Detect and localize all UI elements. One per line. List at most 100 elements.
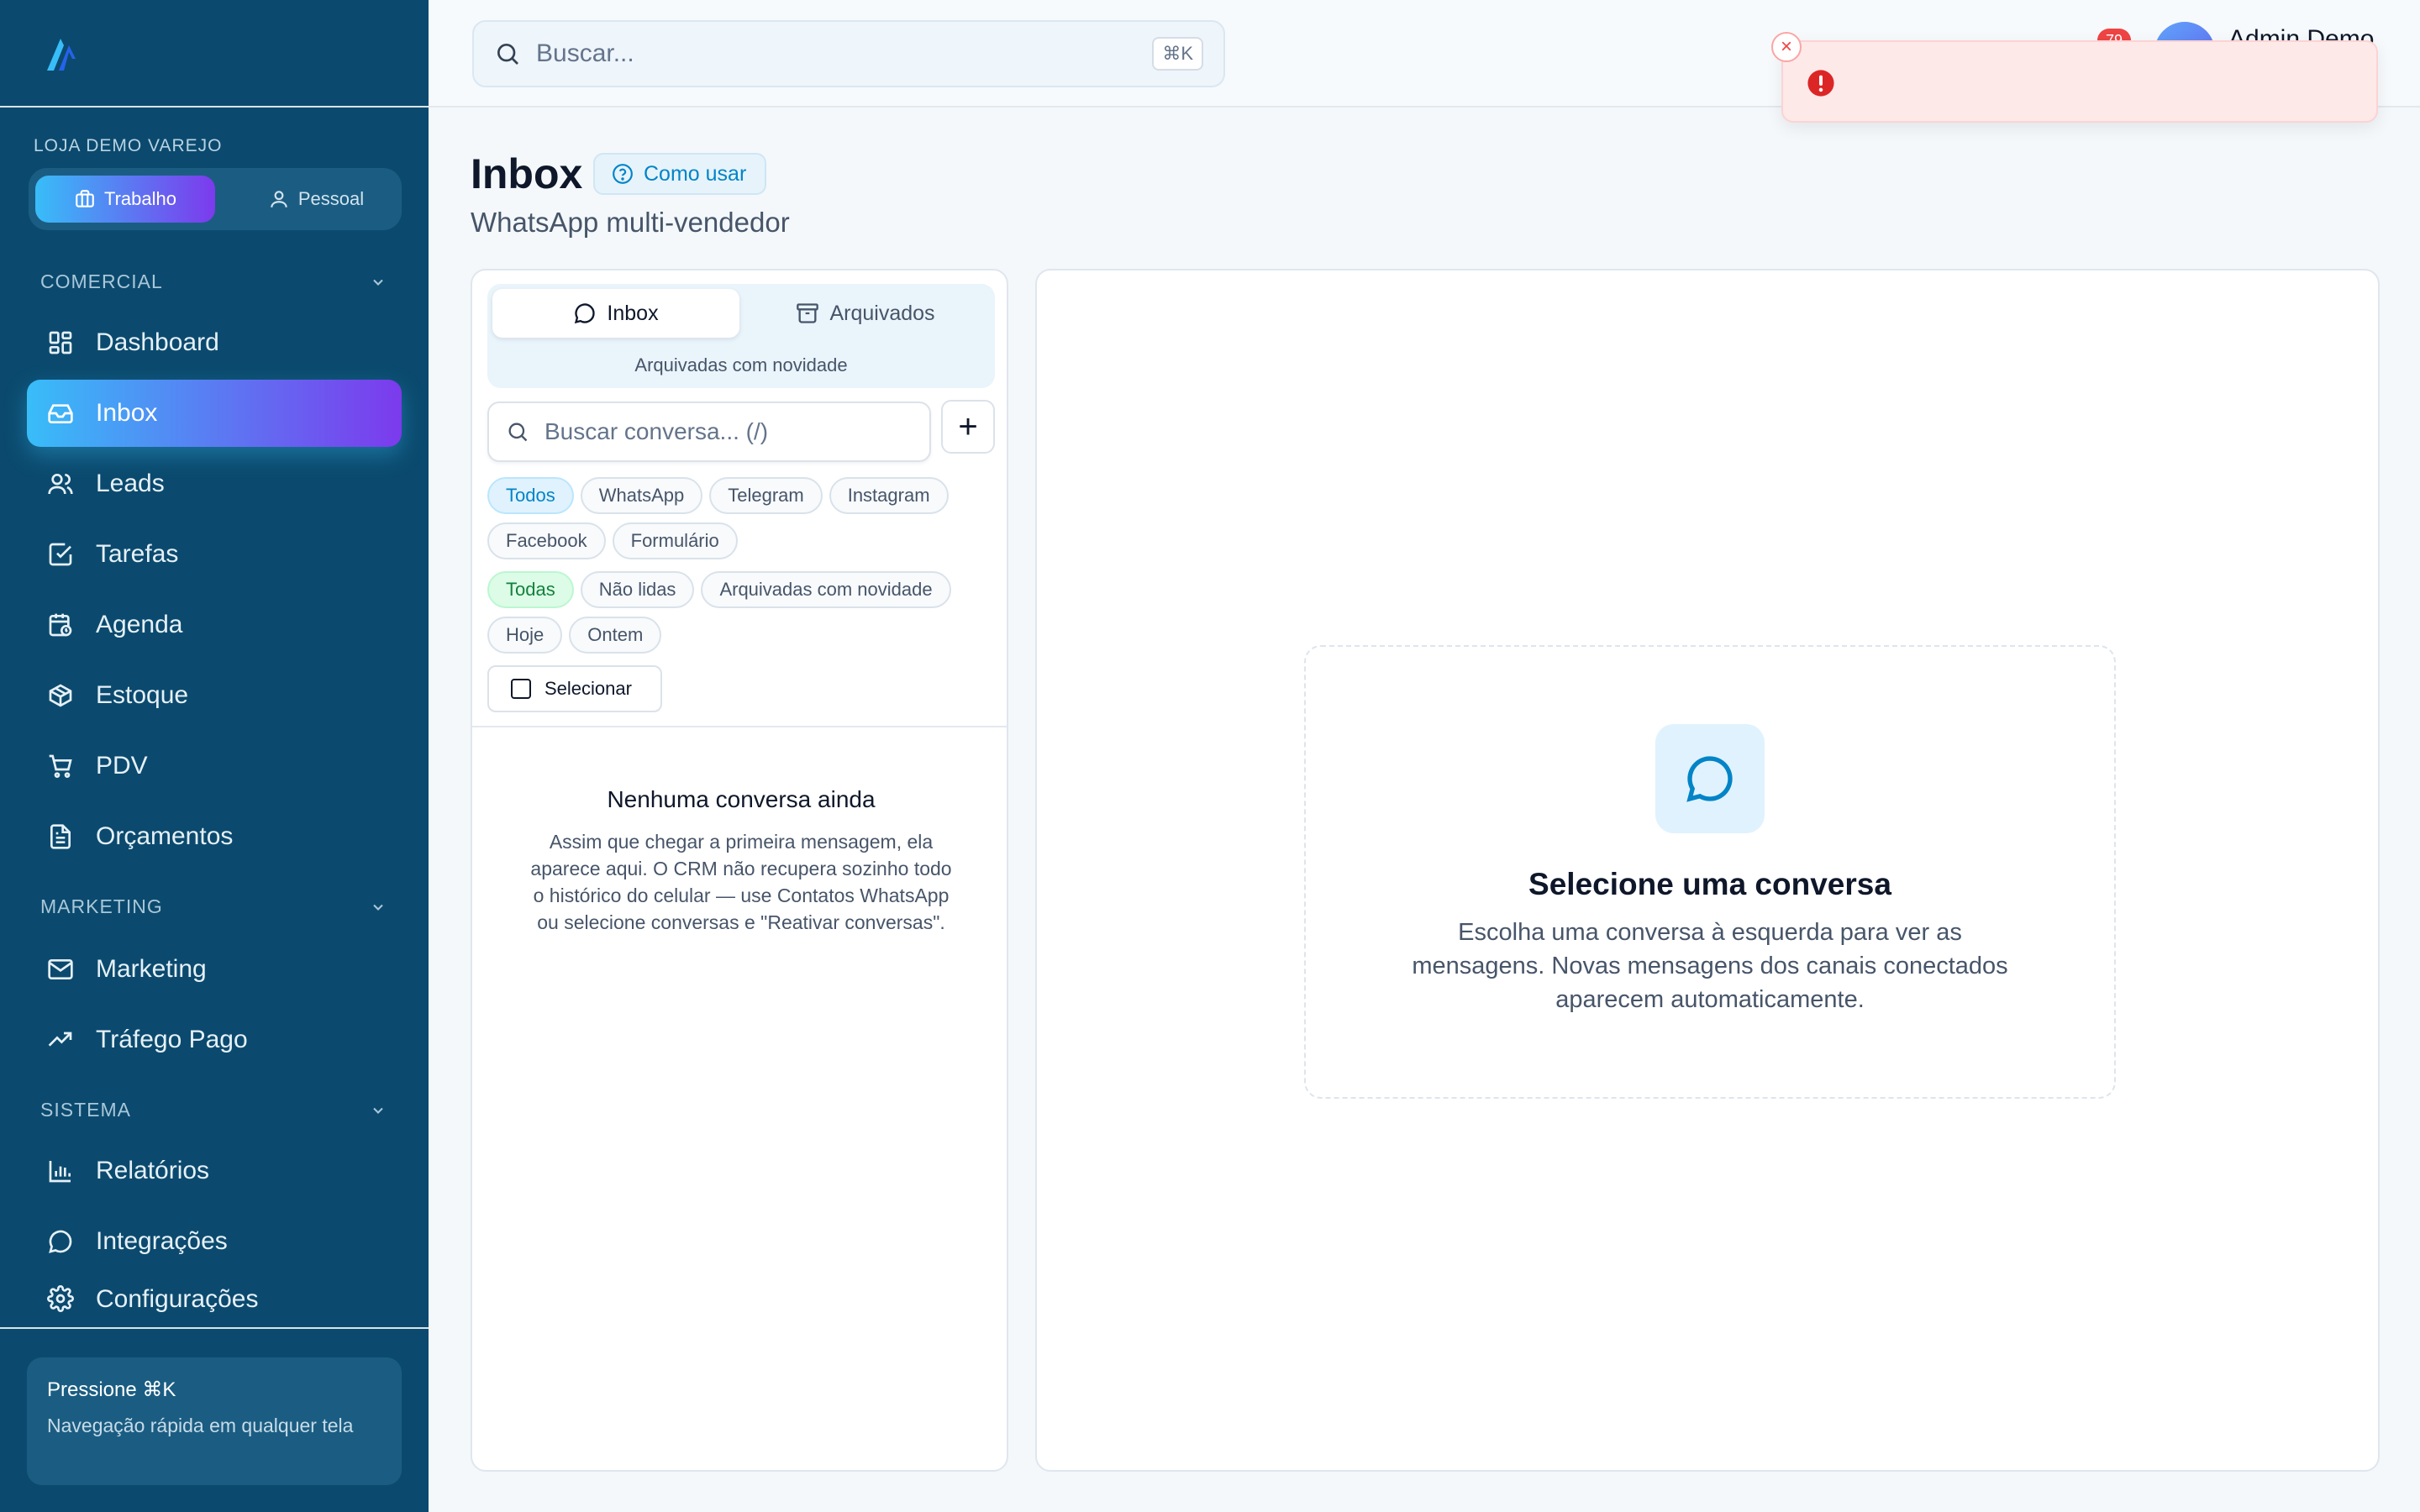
sidebar-item-integracoes[interactable]: Integrações <box>27 1208 402 1275</box>
archived-news-label[interactable]: Arquivadas com novidade <box>487 354 995 376</box>
global-search[interactable]: Buscar... ⌘K <box>472 20 1225 87</box>
sidebar-item-tarefas[interactable]: Tarefas <box>27 521 402 588</box>
mode-work-button[interactable]: Trabalho <box>35 176 215 223</box>
sidebar-item-orcamentos[interactable]: Orçamentos <box>27 803 402 870</box>
mail-icon <box>48 959 73 979</box>
sidebar-item-label: Agenda <box>96 611 183 638</box>
inbox-tabs: Inbox Arquivados Arquivadas com novidade <box>487 284 995 388</box>
tip-text: Navegação rápida em qualquer tela <box>47 1415 354 1436</box>
inbox-icon <box>48 404 73 423</box>
search-icon <box>508 423 528 442</box>
tab-archived[interactable]: Arquivados <box>741 289 990 338</box>
filter-chip-arquivadas-novidade[interactable]: Arquivadas com novidade <box>701 571 951 608</box>
conversation-search-input[interactable]: Buscar conversa... (/) <box>487 402 931 462</box>
logo-icon <box>47 39 76 71</box>
archive-icon <box>797 303 819 323</box>
user-icon <box>271 191 287 207</box>
calendar-clock-icon <box>49 613 72 637</box>
filter-chip-nao-lidas[interactable]: Não lidas <box>580 571 695 608</box>
conversation-list-panel: Inbox Arquivados Arquivadas com novidade… <box>471 269 1008 1472</box>
file-text-icon <box>50 824 71 849</box>
section-marketing[interactable]: MARKETING <box>40 895 387 918</box>
select-label: Selecionar <box>544 678 632 699</box>
trending-up-icon <box>48 1032 72 1047</box>
global-search-placeholder: Buscar... <box>536 39 634 67</box>
chevron-down-icon <box>373 1107 383 1114</box>
package-icon <box>49 684 72 707</box>
mode-work-label: Trabalho <box>103 188 176 209</box>
search-icon <box>497 44 518 65</box>
filter-chip-ontem[interactable]: Ontem <box>569 617 662 654</box>
help-circle-icon <box>613 164 633 184</box>
message-circle-icon <box>1686 756 1733 802</box>
checkbox-icon <box>511 679 531 699</box>
mode-personal-label: Pessoal <box>297 188 365 209</box>
tip-title: Pressione ⌘K <box>47 1378 176 1401</box>
toast-close-button[interactable]: × <box>1771 32 1802 62</box>
tab-inbox-label: Inbox <box>607 301 659 325</box>
section-sistema-label: SISTEMA <box>40 1099 131 1121</box>
sidebar-item-inbox[interactable]: Inbox <box>27 380 402 447</box>
how-to-button[interactable]: Como usar <box>593 153 767 195</box>
filter-chip-whatsapp[interactable]: WhatsApp <box>580 477 703 514</box>
section-comercial-label: COMERCIAL <box>40 270 163 292</box>
sidebar-item-pdv[interactable]: PDV <box>27 732 402 800</box>
how-to-label: Como usar <box>644 161 747 186</box>
filter-chip-telegram[interactable]: Telegram <box>709 477 823 514</box>
sidebar-item-dashboard[interactable]: Dashboard <box>27 309 402 376</box>
empty-state-text: Assim que chegar a primeira mensagem, el… <box>530 831 952 933</box>
filter-chip-instagram[interactable]: Instagram <box>829 477 949 514</box>
empty-state-title: Nenhuma conversa ainda <box>607 786 876 812</box>
filter-chip-hoje[interactable]: Hoje <box>487 617 563 654</box>
conversation-detail-panel: Selecione uma conversa Escolha uma conve… <box>1035 269 2380 1472</box>
shortcut-tip-card: Pressione ⌘K Navegação rápida em qualque… <box>27 1357 402 1485</box>
filter-chip-todas[interactable]: Todas <box>487 571 574 608</box>
list-divider <box>472 726 1007 727</box>
filter-chip-todos[interactable]: Todos <box>487 477 574 514</box>
sidebar-item-relatorios[interactable]: Relatórios <box>27 1137 402 1205</box>
sidebar-item-label: Leads <box>96 470 165 497</box>
users-icon <box>48 474 73 495</box>
mode-switch: Trabalho Pessoal <box>29 168 402 230</box>
sidebar-item-agenda[interactable]: Agenda <box>27 591 402 659</box>
sidebar-item-label: Tarefas <box>96 540 179 568</box>
gear-icon <box>47 1285 74 1312</box>
sidebar-item-marketing[interactable]: Marketing <box>27 936 402 1003</box>
dashboard-icon <box>49 331 72 354</box>
filter-chip-facebook[interactable]: Facebook <box>487 522 606 559</box>
sidebar-item-label: Integrações <box>96 1227 228 1255</box>
message-circle-icon <box>575 303 596 324</box>
chat-bubble-icon <box>1655 724 1765 833</box>
check-square-icon <box>49 543 72 566</box>
section-sistema[interactable]: SISTEMA <box>40 1099 387 1121</box>
sidebar-item-label: Estoque <box>96 681 189 709</box>
filter-chip-formulario[interactable]: Formulário <box>612 522 738 559</box>
sidebar-item-estoque[interactable]: Estoque <box>27 662 402 729</box>
tab-inbox[interactable]: Inbox <box>492 289 739 338</box>
sidebar-item-label: Dashboard <box>96 328 219 356</box>
section-comercial[interactable]: COMERCIAL <box>40 270 387 293</box>
briefcase-icon <box>76 190 94 207</box>
new-conversation-button[interactable]: + <box>941 400 995 454</box>
chevron-down-icon <box>373 279 383 286</box>
placeholder-text: Escolha uma conversa à esquerda para ver… <box>1412 919 2008 1013</box>
alert-circle-icon <box>1807 70 1834 97</box>
mode-personal-button[interactable]: Pessoal <box>237 176 395 223</box>
select-button[interactable]: Selecionar <box>487 665 662 712</box>
store-label: LOJA DEMO VAREJO <box>34 136 223 155</box>
message-circle-icon <box>49 1230 72 1253</box>
conversation-search-placeholder: Buscar conversa... (/) <box>544 418 769 444</box>
sidebar-item-trafego[interactable]: Tráfego Pago <box>27 1006 402 1074</box>
page-subtitle: WhatsApp multi-vendedor <box>471 207 790 238</box>
sidebar-item-label: PDV <box>96 752 148 780</box>
bar-chart-icon <box>49 1161 71 1183</box>
placeholder-title: Selecione uma conversa <box>1528 867 1891 901</box>
sidebar-item-leads[interactable]: Leads <box>27 450 402 517</box>
error-toast <box>1781 40 2378 123</box>
sidebar-divider <box>0 1327 429 1329</box>
sidebar-item-configuracoes[interactable]: Configurações <box>27 1277 402 1327</box>
tab-archived-label: Arquivados <box>829 301 935 325</box>
logo[interactable] <box>0 0 429 108</box>
page-title: Inbox <box>471 150 583 197</box>
cart-icon <box>49 754 72 778</box>
